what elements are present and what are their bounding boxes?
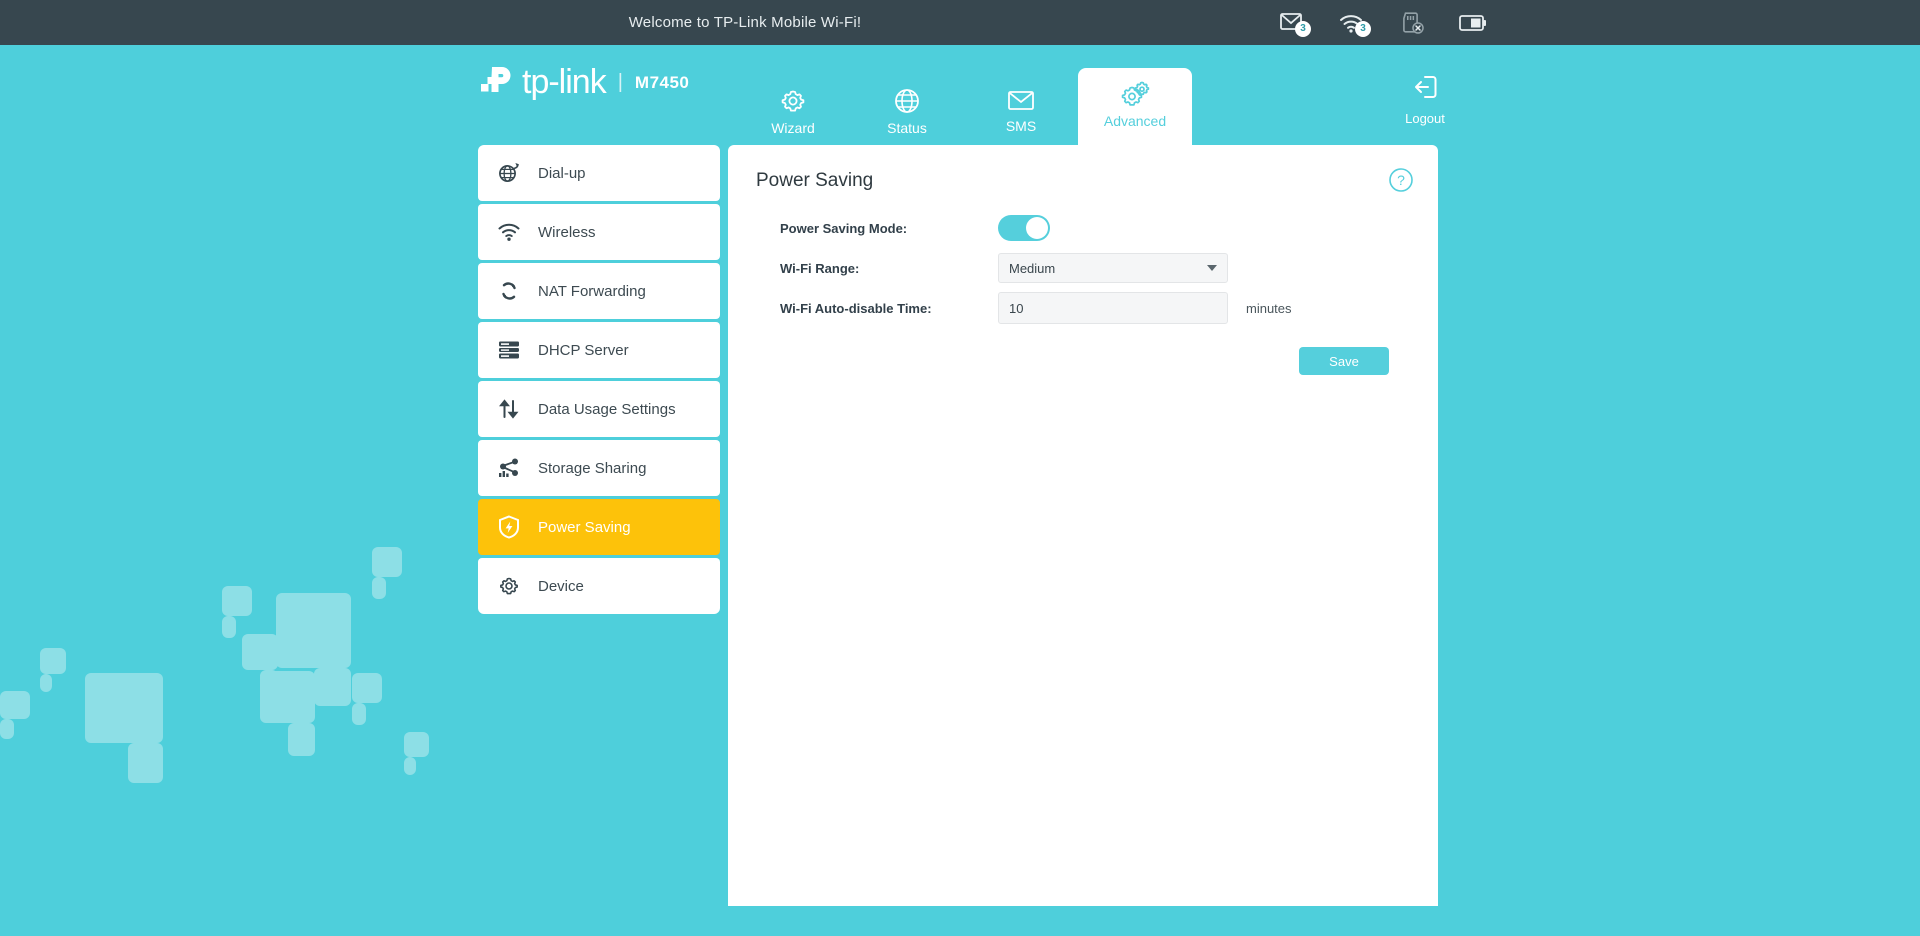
tab-wizard[interactable]: Wizard — [736, 81, 850, 145]
tab-wizard-label: Wizard — [771, 120, 815, 136]
brand-wordmark: tp-link — [522, 63, 606, 102]
tplink-mark-icon — [478, 64, 518, 102]
welcome-message: Welcome to TP-Link Mobile Wi-Fi! — [0, 0, 1920, 45]
message-icon[interactable]: 3 — [1276, 9, 1310, 37]
sidebar-item-device[interactable]: Device — [478, 558, 720, 614]
globe-arrow-icon — [498, 162, 534, 184]
top-status-bar: Welcome to TP-Link Mobile Wi-Fi! 3 3 — [0, 0, 1920, 45]
sidebar-item-label: Storage Sharing — [538, 460, 646, 477]
tab-advanced[interactable]: Advanced — [1078, 68, 1192, 145]
wifi-badge: 3 — [1355, 21, 1371, 37]
svg-text:?: ? — [1397, 172, 1405, 188]
sidebar-item-wireless[interactable]: Wireless — [478, 204, 720, 260]
envelope-icon — [1007, 87, 1035, 113]
wifi-icon[interactable]: 3 — [1336, 9, 1370, 37]
wifi-range-label: Wi-Fi Range: — [728, 261, 998, 276]
row-power-saving-mode: Power Saving Mode: — [728, 215, 1438, 241]
wifi-range-select[interactable]: Medium — [998, 253, 1228, 283]
battery-icon[interactable] — [1456, 9, 1490, 37]
logout-label: Logout — [1405, 111, 1445, 126]
toggle-knob — [1026, 217, 1048, 239]
status-icon-group: 3 3 — [1276, 0, 1490, 45]
wifi-auto-disable-time-unit: minutes — [1246, 301, 1292, 316]
share-nodes-icon — [498, 458, 534, 478]
main-navigation: Wizard Status SMS — [736, 68, 1192, 145]
sidebar-item-storage-sharing[interactable]: Storage Sharing — [478, 440, 720, 496]
message-badge: 3 — [1295, 21, 1311, 37]
wifi-icon — [498, 222, 534, 242]
chevron-down-icon — [1207, 265, 1217, 271]
wifi-range-value: Medium — [1009, 261, 1055, 276]
logout-icon — [1411, 73, 1439, 106]
tab-status-label: Status — [887, 120, 927, 136]
tab-sms-label: SMS — [1006, 118, 1036, 134]
sidebar-item-power-saving[interactable]: Power Saving — [478, 499, 720, 555]
globe-icon — [893, 87, 921, 115]
row-wifi-range: Wi-Fi Range: Medium — [728, 253, 1438, 283]
wifi-auto-disable-time-input[interactable] — [998, 292, 1228, 324]
tab-status[interactable]: Status — [850, 81, 964, 145]
help-circle-icon[interactable]: ? — [1388, 167, 1414, 198]
sidebar-item-label: Device — [538, 578, 584, 595]
device-model: M7450 — [635, 73, 689, 93]
wifi-auto-disable-time-label: Wi-Fi Auto-disable Time: — [728, 301, 998, 316]
sidebar-item-label: Dial-up — [538, 165, 586, 182]
advanced-sidebar-menu: Dial-up Wireless NAT Forwarding — [478, 145, 720, 614]
save-button[interactable]: Save — [1299, 347, 1389, 375]
sd-card-disabled-icon[interactable] — [1396, 9, 1430, 37]
logout-button[interactable]: Logout — [1375, 73, 1475, 126]
up-down-arrows-icon — [498, 398, 534, 420]
gear-icon — [498, 575, 534, 597]
sidebar-item-label: Wireless — [538, 224, 596, 241]
gear-icon — [779, 87, 807, 115]
sidebar-item-label: DHCP Server — [538, 342, 629, 359]
row-wifi-auto-disable-time: Wi-Fi Auto-disable Time: minutes — [728, 292, 1438, 324]
power-saving-mode-toggle[interactable] — [998, 215, 1050, 241]
main-content-panel: Power Saving ? Power Saving Mode: Wi-Fi … — [728, 145, 1438, 906]
sidebar-item-dhcp-server[interactable]: DHCP Server — [478, 322, 720, 378]
shield-bolt-icon — [498, 515, 534, 539]
sidebar-item-label: Data Usage Settings — [538, 401, 676, 418]
sidebar-item-label: Power Saving — [538, 519, 631, 536]
tab-advanced-label: Advanced — [1104, 113, 1166, 129]
server-stack-icon — [498, 340, 534, 360]
sidebar-item-label: NAT Forwarding — [538, 283, 646, 300]
tab-sms[interactable]: SMS — [964, 81, 1078, 145]
brand-logo[interactable]: tp-link | M7450 — [478, 63, 689, 102]
sidebar-item-dial-up[interactable]: Dial-up — [478, 145, 720, 201]
brand-divider: | — [618, 71, 623, 94]
sync-arrows-icon — [498, 280, 534, 302]
double-gear-icon — [1119, 80, 1151, 108]
page-title: Power Saving — [756, 170, 873, 192]
power-saving-mode-label: Power Saving Mode: — [728, 221, 998, 236]
site-header: tp-link | M7450 Wizard Sta — [0, 45, 1920, 145]
sidebar-item-nat-forwarding[interactable]: NAT Forwarding — [478, 263, 720, 319]
sidebar-item-data-usage-settings[interactable]: Data Usage Settings — [478, 381, 720, 437]
